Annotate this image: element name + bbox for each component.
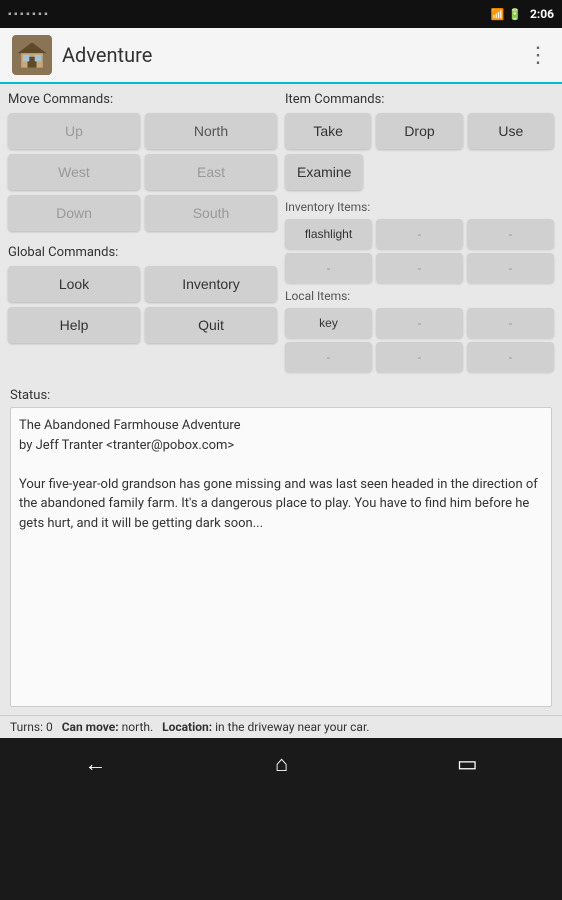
- app-title: Adventure: [62, 43, 152, 67]
- inventory-slot-4[interactable]: -: [376, 253, 463, 283]
- inventory-slot-3[interactable]: -: [285, 253, 372, 283]
- move-east-button[interactable]: East: [145, 154, 277, 190]
- examine-button[interactable]: Examine: [285, 154, 363, 190]
- local-slot-3[interactable]: -: [285, 342, 372, 372]
- local-items-row1: key - -: [285, 308, 554, 338]
- take-button[interactable]: Take: [285, 113, 371, 149]
- drop-button[interactable]: Drop: [376, 113, 462, 149]
- item-commands-label: Item Commands:: [285, 92, 554, 107]
- turns-label: Turns:: [10, 720, 43, 734]
- battery-icon: 🔋: [508, 8, 522, 21]
- home-button[interactable]: ⌂: [255, 743, 308, 785]
- local-items-row2: - - -: [285, 342, 554, 372]
- nav-bar: ← ⌂ ▭: [0, 738, 562, 790]
- main-content: Move Commands: Up North West East Down S…: [0, 84, 562, 738]
- item-cmd-row1: Take Drop Use: [285, 113, 554, 149]
- move-north-button[interactable]: North: [145, 113, 277, 149]
- move-commands-label: Move Commands:: [8, 92, 277, 107]
- inventory-slot-5[interactable]: -: [467, 253, 554, 283]
- move-south-button[interactable]: South: [145, 195, 277, 231]
- local-slot-2[interactable]: -: [467, 308, 554, 338]
- local-slot-0[interactable]: key: [285, 308, 372, 338]
- help-button[interactable]: Help: [8, 307, 140, 343]
- time-display: 2:06: [530, 7, 554, 21]
- local-items-label: Local Items:: [285, 289, 554, 303]
- status-section: Status:: [0, 384, 562, 715]
- status-textarea[interactable]: [10, 407, 552, 707]
- local-slot-4[interactable]: -: [376, 342, 463, 372]
- turns-value: 0: [46, 720, 53, 734]
- location-label: Location:: [162, 720, 212, 734]
- quit-button[interactable]: Quit: [145, 307, 277, 343]
- global-commands-label: Global Commands:: [8, 245, 277, 260]
- inventory-items-row2: - - -: [285, 253, 554, 283]
- status-icons-left: ▪ ▪ ▪ ▪ ▪ ▪ ▪: [8, 9, 48, 20]
- inventory-slot-0[interactable]: flashlight: [285, 219, 372, 249]
- status-icons-right: 📶 🔋 2:06: [491, 7, 554, 21]
- move-west-button[interactable]: West: [8, 154, 140, 190]
- overflow-menu-icon[interactable]: ⋮: [527, 43, 550, 68]
- recents-button[interactable]: ▭: [437, 744, 498, 785]
- global-commands-grid: Look Inventory Help Quit: [8, 266, 277, 343]
- move-grid: Up North West East Down South: [8, 113, 277, 231]
- inventory-slot-1[interactable]: -: [376, 219, 463, 249]
- inventory-items-label: Inventory Items:: [285, 200, 554, 214]
- bottom-status-bar: Turns: 0 Can move: north. Location: in t…: [0, 715, 562, 738]
- right-panel: Item Commands: Take Drop Use Examine Inv…: [285, 92, 554, 376]
- left-panel: Move Commands: Up North West East Down S…: [8, 92, 277, 376]
- inventory-button[interactable]: Inventory: [145, 266, 277, 302]
- move-up-button[interactable]: Up: [8, 113, 140, 149]
- move-down-button[interactable]: Down: [8, 195, 140, 231]
- back-button[interactable]: ←: [64, 743, 126, 785]
- panels-row: Move Commands: Up North West East Down S…: [0, 84, 562, 384]
- local-slot-1[interactable]: -: [376, 308, 463, 338]
- title-left: Adventure: [12, 35, 152, 75]
- location-value: in the driveway near your car.: [215, 720, 369, 734]
- local-slot-5[interactable]: -: [467, 342, 554, 372]
- app-icon: [12, 35, 52, 75]
- title-bar: Adventure ⋮: [0, 28, 562, 84]
- look-button[interactable]: Look: [8, 266, 140, 302]
- use-button[interactable]: Use: [468, 113, 554, 149]
- status-label: Status:: [10, 388, 552, 403]
- can-move-label: Can move:: [62, 720, 119, 734]
- wifi-icon: 📶: [491, 8, 505, 21]
- can-move-value: north.: [122, 720, 154, 734]
- status-bar: ▪ ▪ ▪ ▪ ▪ ▪ ▪ 📶 🔋 2:06: [0, 0, 562, 28]
- inventory-items-row1: flashlight - -: [285, 219, 554, 249]
- inventory-slot-2[interactable]: -: [467, 219, 554, 249]
